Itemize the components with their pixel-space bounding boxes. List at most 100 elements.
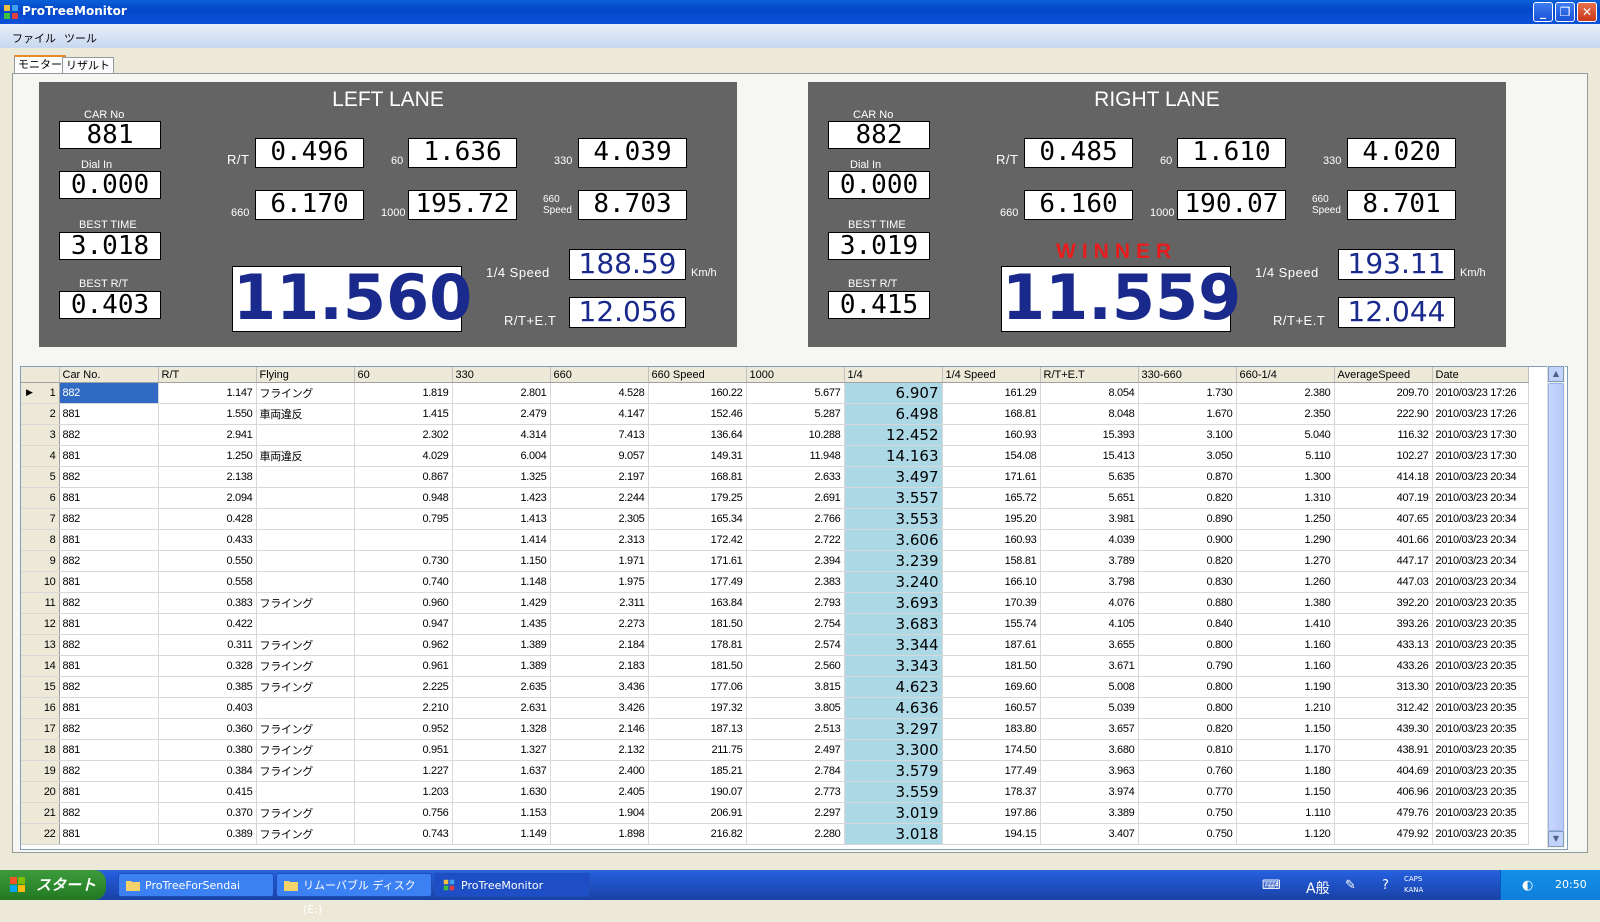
table-cell[interactable]: 222.90 [1334, 403, 1433, 425]
table-cell[interactable]: 2010/03/23 20:35 [1432, 823, 1529, 845]
table-cell[interactable]: 1.429 [452, 592, 551, 614]
table-cell[interactable]: 881 [59, 403, 159, 425]
table-cell[interactable]: 216.82 [648, 823, 747, 845]
table-cell[interactable]: 882 [59, 550, 159, 572]
table-cell[interactable]: 194.15 [942, 823, 1041, 845]
table-cell[interactable]: 401.66 [1334, 529, 1433, 551]
table-cell[interactable]: 0.820 [1138, 487, 1237, 509]
table-row[interactable]: 15 882 0.385 フライング 2.225 2.635 3.436 177.06 3.81… [21, 676, 1529, 698]
table-cell[interactable]: 0.433 [158, 529, 257, 551]
table-cell[interactable]: 4.528 [550, 382, 649, 404]
row-header[interactable]: 17 [21, 718, 60, 740]
table-cell[interactable]: 3.671 [1040, 655, 1139, 677]
table-row[interactable]: 9 882 0.550 0.730 1.150 1.971 171.61 2.394 3.239… [21, 550, 1529, 572]
scroll-down-button[interactable]: ▼ [1548, 831, 1564, 847]
table-cell[interactable]: 3.426 [550, 697, 649, 719]
table-cell[interactable]: フライング [256, 655, 355, 677]
table-cell[interactable] [256, 781, 355, 803]
table-cell[interactable]: フライング [256, 592, 355, 614]
table-cell[interactable]: 179.25 [648, 487, 747, 509]
table-cell[interactable]: 0.830 [1138, 571, 1237, 593]
table-cell[interactable]: 3.981 [1040, 508, 1139, 530]
table-cell[interactable]: 161.29 [942, 382, 1041, 404]
table-cell[interactable]: 2.297 [746, 802, 845, 824]
table-cell[interactable]: 1.150 [1236, 781, 1335, 803]
tab-result[interactable]: リザルト [62, 57, 114, 73]
table-cell[interactable]: 2.801 [452, 382, 551, 404]
table-cell[interactable]: 2.273 [550, 613, 649, 635]
table-cell[interactable] [256, 508, 355, 530]
table-cell[interactable]: 1.147 [158, 382, 257, 404]
table-cell[interactable]: 1.250 [1236, 508, 1335, 530]
table-cell[interactable] [256, 424, 355, 446]
row-header[interactable]: 10 [21, 571, 60, 593]
table-cell[interactable]: 160.93 [942, 424, 1041, 446]
table-cell[interactable]: 1.300 [1236, 466, 1335, 488]
table-cell[interactable]: 0.740 [354, 571, 453, 593]
table-cell[interactable]: 2.197 [550, 466, 649, 488]
table-cell[interactable]: 187.61 [942, 634, 1041, 656]
table-cell[interactable]: 882 [59, 802, 159, 824]
table-cell[interactable]: 313.30 [1334, 676, 1433, 698]
table-cell[interactable]: 438.91 [1334, 739, 1433, 761]
table-cell[interactable]: 2010/03/23 17:26 [1432, 403, 1529, 425]
column-header[interactable]: 660 [550, 367, 649, 383]
title-bar[interactable]: ProTreeMonitor _ ❐ ✕ [0, 0, 1600, 24]
table-cell[interactable]: 2.574 [746, 634, 845, 656]
table-cell[interactable]: 2.383 [746, 571, 845, 593]
table-cell[interactable]: 1.971 [550, 550, 649, 572]
table-cell[interactable]: 3.343 [844, 655, 943, 677]
table-cell[interactable]: 447.17 [1334, 550, 1433, 572]
table-cell[interactable]: 177.06 [648, 676, 747, 698]
table-cell[interactable]: 15.393 [1040, 424, 1139, 446]
table-cell[interactable]: 882 [59, 424, 159, 446]
table-cell[interactable]: 0.550 [158, 550, 257, 572]
table-cell[interactable]: 414.18 [1334, 466, 1433, 488]
table-cell[interactable]: 433.13 [1334, 634, 1433, 656]
row-header[interactable]: 11 [21, 592, 60, 614]
table-cell[interactable]: 5.110 [1236, 445, 1335, 467]
table-cell[interactable]: 2.633 [746, 466, 845, 488]
table-cell[interactable]: 0.384 [158, 760, 257, 782]
table-cell[interactable]: 2.722 [746, 529, 845, 551]
table-cell[interactable]: 392.20 [1334, 592, 1433, 614]
table-cell[interactable]: 1.260 [1236, 571, 1335, 593]
table-cell[interactable]: 2.394 [746, 550, 845, 572]
table-cell[interactable]: 479.92 [1334, 823, 1433, 845]
table-cell[interactable]: 4.314 [452, 424, 551, 446]
table-row[interactable]: 7 882 0.428 0.795 1.413 2.305 165.34 2.766 3.553… [21, 508, 1529, 530]
table-cell[interactable]: 1.637 [452, 760, 551, 782]
table-cell[interactable]: 15.413 [1040, 445, 1139, 467]
table-cell[interactable]: 3.553 [844, 508, 943, 530]
table-cell[interactable]: 181.50 [942, 655, 1041, 677]
table-cell[interactable]: 2.183 [550, 655, 649, 677]
table-cell[interactable]: 0.952 [354, 718, 453, 740]
table-cell[interactable]: 5.040 [1236, 424, 1335, 446]
table-cell[interactable]: 1.227 [354, 760, 453, 782]
table-cell[interactable]: 1.730 [1138, 382, 1237, 404]
task-removable-disk[interactable]: リムーバブル ディスク (E:) [276, 873, 432, 916]
table-cell[interactable]: 2.691 [746, 487, 845, 509]
table-cell[interactable]: 1.328 [452, 718, 551, 740]
keyboard-icon[interactable]: ⌨ [1262, 878, 1281, 893]
table-cell[interactable]: 0.328 [158, 655, 257, 677]
table-cell[interactable]: 9.057 [550, 445, 649, 467]
table-cell[interactable]: 0.403 [158, 697, 257, 719]
table-cell[interactable]: 2.793 [746, 592, 845, 614]
table-cell[interactable]: 2.302 [354, 424, 453, 446]
close-button[interactable]: ✕ [1577, 2, 1597, 22]
table-cell[interactable]: 3.050 [1138, 445, 1237, 467]
table-cell[interactable]: 166.10 [942, 571, 1041, 593]
table-cell[interactable]: 2.784 [746, 760, 845, 782]
table-cell[interactable]: 2.244 [550, 487, 649, 509]
table-cell[interactable]: 0.760 [1138, 760, 1237, 782]
table-cell[interactable] [256, 571, 355, 593]
table-cell[interactable]: 1.180 [1236, 760, 1335, 782]
table-row[interactable]: 10 881 0.558 0.740 1.148 1.975 177.49 2.383 3.24… [21, 571, 1529, 593]
table-cell[interactable]: 155.74 [942, 613, 1041, 635]
row-header[interactable]: 18 [21, 739, 60, 761]
column-header[interactable]: 60 [354, 367, 453, 383]
table-cell[interactable]: 1.670 [1138, 403, 1237, 425]
table-cell[interactable]: 0.790 [1138, 655, 1237, 677]
table-cell[interactable]: 0.422 [158, 613, 257, 635]
